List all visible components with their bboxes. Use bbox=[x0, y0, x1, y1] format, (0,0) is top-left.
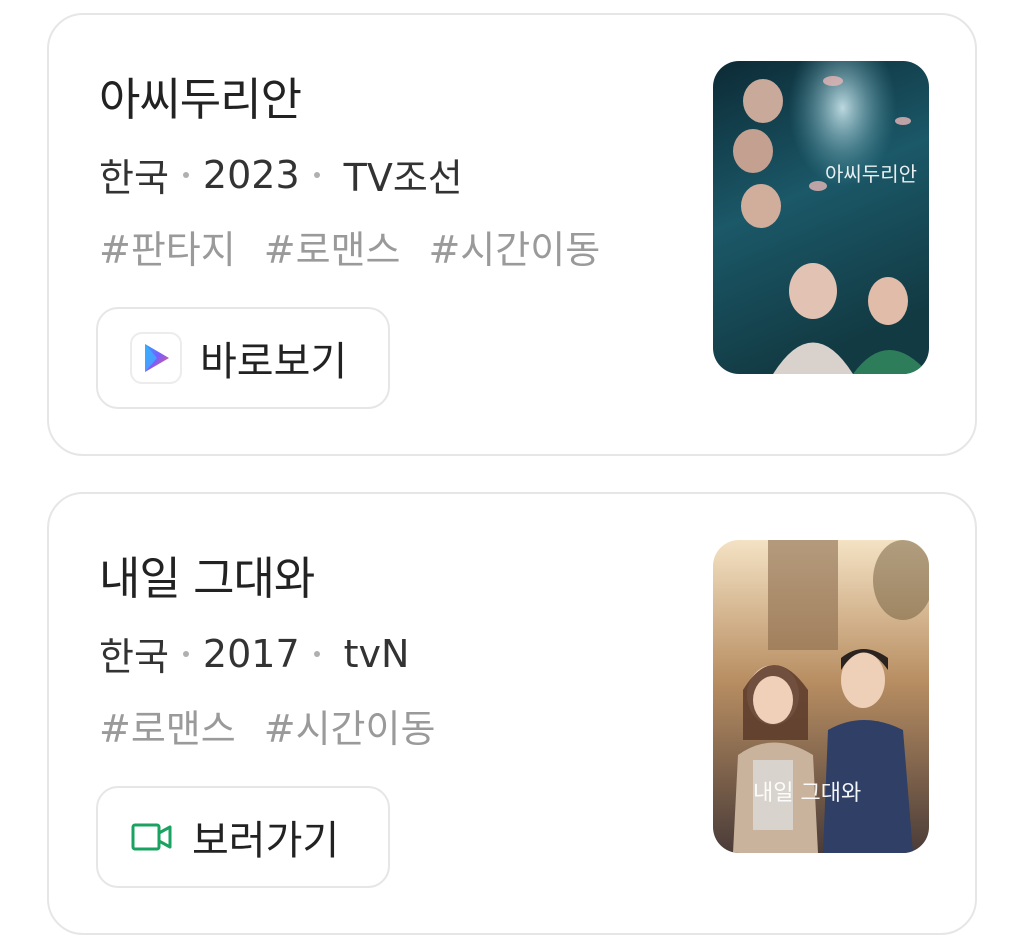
tag-list: #로맨스 #시간이동 bbox=[99, 698, 435, 753]
drama-meta: 한국 2017 tvN bbox=[99, 626, 409, 681]
watch-now-label: 바로보기 bbox=[200, 339, 348, 385]
tag[interactable]: #시간이동 bbox=[428, 219, 600, 274]
tag[interactable]: #로맨스 bbox=[264, 219, 401, 274]
result-card[interactable]: 아씨두리안 한국 2023 TV조선 #판타지 #로맨스 #시간이동 바로보기 … bbox=[47, 13, 977, 456]
year: 2017 bbox=[202, 631, 300, 676]
drama-title[interactable]: 아씨두리안 bbox=[99, 63, 302, 128]
tag[interactable]: #시간이동 bbox=[264, 698, 436, 753]
tag[interactable]: #로맨스 bbox=[99, 698, 236, 753]
drama-poster[interactable]: 내일 그대와 bbox=[713, 540, 929, 853]
result-card[interactable]: 내일 그대와 한국 2017 tvN #로맨스 #시간이동 보러가기 내일 그대… bbox=[47, 492, 977, 935]
poster-title-text: 아씨두리안 bbox=[825, 162, 917, 186]
network: TV조선 bbox=[343, 156, 463, 200]
separator-dot bbox=[313, 171, 320, 178]
separator-dot bbox=[313, 650, 320, 657]
separator-dot bbox=[182, 171, 189, 178]
separator-dot bbox=[182, 650, 189, 657]
play-store-icon bbox=[130, 332, 182, 384]
network: tvN bbox=[343, 631, 410, 676]
country: 한국 bbox=[99, 156, 169, 200]
go-watch-button[interactable]: 보러가기 bbox=[96, 786, 390, 888]
poster-title-text: 내일 그대와 bbox=[753, 781, 861, 806]
video-camera-icon bbox=[130, 819, 174, 855]
tag[interactable]: #판타지 bbox=[99, 219, 236, 274]
watch-now-button[interactable]: 바로보기 bbox=[96, 307, 390, 409]
tag-list: #판타지 #로맨스 #시간이동 bbox=[99, 219, 600, 274]
drama-title[interactable]: 내일 그대와 bbox=[99, 542, 315, 607]
go-watch-label: 보러가기 bbox=[192, 818, 340, 864]
country: 한국 bbox=[99, 635, 169, 679]
drama-meta: 한국 2023 TV조선 bbox=[99, 147, 463, 202]
drama-poster[interactable]: 아씨두리안 bbox=[713, 61, 929, 374]
year: 2023 bbox=[202, 152, 300, 197]
